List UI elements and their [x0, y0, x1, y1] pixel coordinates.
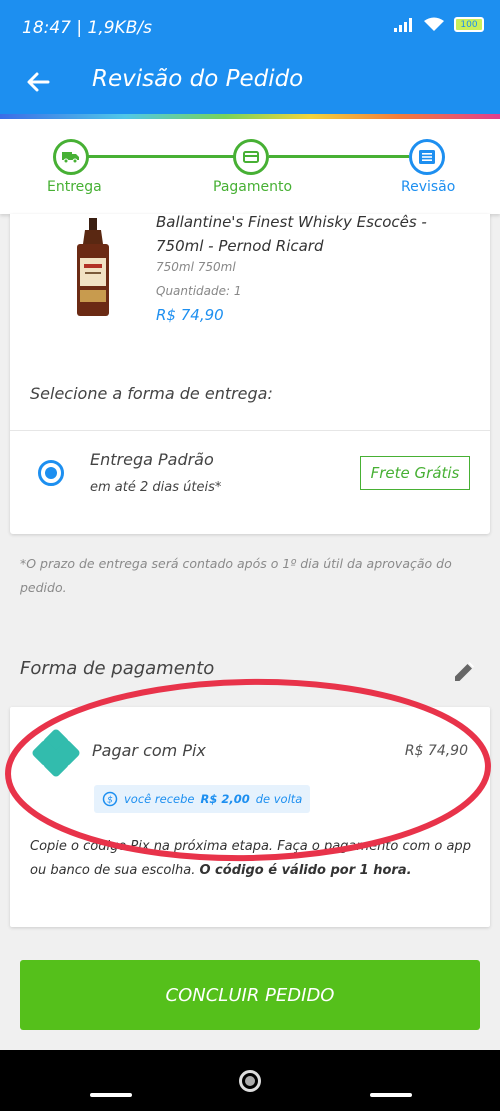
cashback-badge: $ você recebe R$ 2,00 de volta	[94, 785, 311, 813]
delivery-option-radio[interactable]	[38, 460, 64, 486]
battery-icon: 100	[454, 17, 484, 32]
product-volume: 750ml 750ml	[156, 260, 236, 274]
app-header: 18:47 | 1,9KB/s 100 Revisão do Pedido	[0, 0, 500, 114]
product-quantity: Quantidade: 1	[156, 284, 242, 298]
delivery-option-name[interactable]: Entrega Padrão	[90, 450, 214, 469]
step-label-pagamento: Pagamento	[213, 179, 293, 195]
free-shipping-badge: Frete Grátis	[360, 456, 470, 490]
truck-icon	[62, 152, 79, 164]
payment-method-card: Pagar com Pix R$ 74,90 $ você recebe R$ …	[10, 707, 490, 927]
nav-recents-button[interactable]	[90, 1093, 132, 1097]
step-connector-1	[88, 155, 234, 158]
wifi-icon	[424, 17, 444, 31]
cashback-coin-icon: $	[102, 791, 118, 807]
page-title: Revisão do Pedido	[92, 66, 304, 92]
status-icons: 100	[394, 17, 484, 32]
product-image	[77, 218, 109, 316]
cashback-prefix: você recebe	[124, 792, 195, 806]
conclude-order-button[interactable]: CONCLUIR PEDIDO	[20, 960, 480, 1030]
cashback-suffix: de volta	[255, 792, 303, 806]
cashback-value: R$ 2,00	[200, 792, 250, 806]
delivery-option-time: em até 2 dias úteis*	[90, 480, 222, 495]
step-label-entrega: Entrega	[47, 179, 102, 195]
delivery-deadline-note: *O prazo de entrega será contado após o …	[20, 556, 452, 595]
checkout-stepper: Entrega Pagamento Revisão	[0, 119, 500, 214]
pix-instructions-validity: O código é válido por 1 hora.	[199, 863, 412, 878]
nav-home-button[interactable]	[239, 1070, 261, 1092]
payment-amount: R$ 74,90	[404, 743, 468, 759]
product-name: Ballantine's Finest Whisky Escocês - 750…	[156, 213, 427, 255]
edit-pencil-icon[interactable]	[452, 660, 476, 684]
document-icon	[419, 150, 435, 164]
delivery-prompt: Selecione a forma de entrega:	[30, 384, 273, 403]
system-nav-bar	[0, 1050, 500, 1111]
divider	[10, 430, 490, 431]
radio-selected-dot	[45, 467, 57, 479]
step-label-revisao: Revisão	[401, 179, 456, 195]
pix-logo-icon	[32, 729, 80, 777]
step-revisao[interactable]	[409, 139, 445, 175]
step-connector-2	[269, 155, 409, 158]
payment-method-label: Pagar com Pix	[92, 741, 206, 760]
card-icon	[243, 151, 259, 163]
step-entrega[interactable]	[53, 139, 89, 175]
order-summary-card: Ballantine's Finest Whisky Escocês - 750…	[10, 213, 490, 534]
svg-text:$: $	[107, 796, 113, 806]
product-price: R$ 74,90	[156, 306, 224, 324]
payment-section-heading: Forma de pagamento	[20, 658, 215, 679]
status-time: 18:47 | 1,9KB/s	[22, 18, 152, 38]
pix-instructions: Copie o código Pix na próxima etapa. Faç…	[30, 835, 480, 883]
status-bar: 18:47 | 1,9KB/s 100	[0, 0, 500, 54]
nav-back-button[interactable]	[370, 1093, 412, 1097]
back-arrow-icon[interactable]	[22, 66, 54, 98]
step-pagamento[interactable]	[233, 139, 269, 175]
signal-icon	[394, 17, 412, 32]
